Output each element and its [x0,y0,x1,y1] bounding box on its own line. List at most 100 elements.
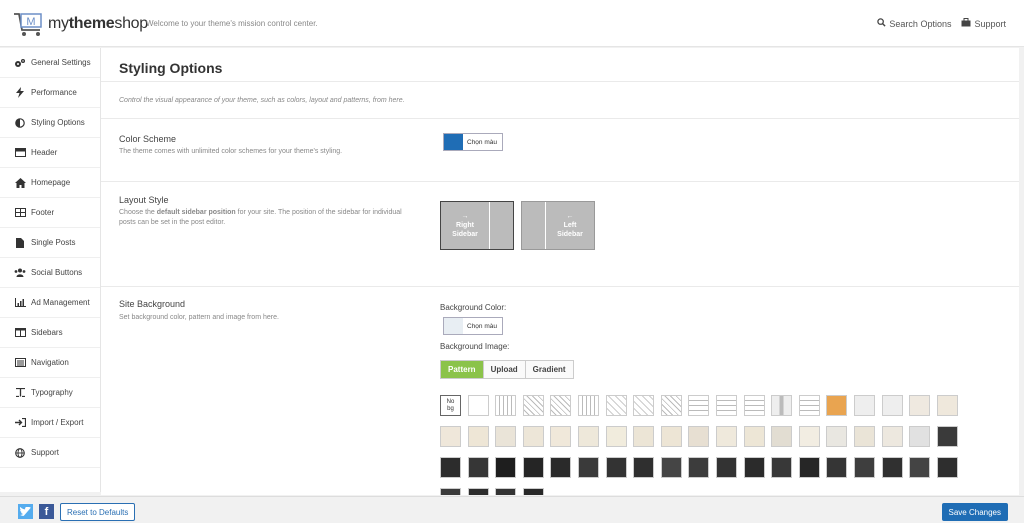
pattern-swatch[interactable] [937,426,958,447]
pattern-swatch[interactable] [799,395,820,416]
footer-icon [14,207,26,219]
pattern-swatch[interactable] [826,395,847,416]
pattern-swatch[interactable] [606,426,627,447]
layout-style-title: Layout Style [119,195,169,205]
pattern-swatch[interactable] [771,395,792,416]
users-icon [14,267,26,279]
color-scheme-desc: The theme comes with unlimited color sch… [119,148,343,155]
pattern-swatch[interactable] [909,457,930,478]
tab-gradient[interactable]: Gradient [524,361,573,378]
pattern-swatch[interactable] [633,395,654,416]
briefcase-icon [961,18,971,29]
pattern-swatch[interactable] [909,426,930,447]
save-changes-button[interactable]: Save Changes [941,503,1008,521]
pattern-swatch[interactable] [716,457,737,478]
pattern-swatch[interactable] [799,457,820,478]
pattern-swatch[interactable] [937,395,958,416]
pattern-swatch[interactable] [854,457,875,478]
pattern-swatch[interactable] [633,426,654,447]
pattern-swatch[interactable] [440,457,461,478]
facebook-icon[interactable]: f [39,504,54,519]
pattern-swatch[interactable] [523,426,544,447]
tab-upload[interactable]: Upload [482,361,525,378]
sidebar-item-styling-options[interactable]: Styling Options [0,108,100,138]
pattern-swatch[interactable] [882,426,903,447]
support-link[interactable]: Support [961,18,1006,29]
pattern-swatch[interactable] [550,426,571,447]
pattern-swatch[interactable] [578,457,599,478]
pattern-swatch[interactable] [688,395,709,416]
reset-to-defaults-button[interactable]: Reset to Defaults [60,503,136,521]
pattern-swatch[interactable] [854,426,875,447]
pattern-swatch[interactable] [495,457,516,478]
top-bar: M mythemeshop Welcome to your theme's mi… [0,0,1024,47]
sidebar-item-footer[interactable]: Footer [0,198,100,228]
twitter-icon[interactable] [18,504,33,519]
pattern-swatch[interactable] [440,426,461,447]
right-sidebar-layout-option[interactable]: → Right Sidebar [440,201,514,250]
pattern-swatch[interactable] [606,395,627,416]
pattern-swatch[interactable] [826,426,847,447]
left-sidebar-layout-option[interactable]: ← Left Sidebar [521,201,595,250]
sidebar-item-social-buttons[interactable]: Social Buttons [0,258,100,288]
gears-icon [14,57,26,69]
pattern-swatch[interactable] [550,395,571,416]
pattern-swatch[interactable] [771,426,792,447]
sidebar-item-navigation[interactable]: Navigation [0,348,100,378]
pattern-swatch[interactable] [578,426,599,447]
pattern-swatch[interactable] [550,457,571,478]
pattern-swatch[interactable] [495,488,516,495]
pattern-swatch[interactable] [688,457,709,478]
pattern-no-bg[interactable]: No bg [440,395,461,416]
pattern-swatch[interactable] [744,426,765,447]
background-color-picker[interactable]: Chọn màu [443,317,503,335]
pattern-swatch[interactable] [495,395,516,416]
pattern-swatch[interactable] [771,457,792,478]
pattern-swatch[interactable] [440,488,461,495]
pattern-swatch[interactable] [744,457,765,478]
pattern-swatch[interactable] [578,395,599,416]
pattern-swatch[interactable] [688,426,709,447]
pattern-swatch[interactable] [744,395,765,416]
pattern-swatch[interactable] [882,395,903,416]
sidebar-item-general-settings[interactable]: General Settings [0,48,100,78]
pattern-swatch[interactable] [523,488,544,495]
search-options-link[interactable]: Search Options [877,18,951,29]
intro-text: Control the visual appearance of your th… [119,97,405,104]
sidebar-item-sidebars[interactable]: Sidebars [0,318,100,348]
color-scheme-picker[interactable]: Chọn màu [443,133,503,151]
pattern-swatch[interactable] [495,426,516,447]
pattern-swatch[interactable] [661,426,682,447]
sidebar-item-header[interactable]: Header [0,138,100,168]
sidebar-item-homepage[interactable]: Homepage [0,168,100,198]
sidebar-item-ad-management[interactable]: Ad Management [0,288,100,318]
sidebar-item-support[interactable]: Support [0,438,100,468]
background-image-tabs: Pattern Upload Gradient [440,360,574,379]
pattern-swatch[interactable] [937,457,958,478]
sidebar-item-import-export[interactable]: Import / Export [0,408,100,438]
pattern-swatch[interactable] [826,457,847,478]
pattern-swatch[interactable] [523,457,544,478]
sidebar-item-performance[interactable]: Performance [0,78,100,108]
pattern-swatch[interactable] [661,395,682,416]
mythemeshop-logo[interactable]: M mythemeshop [12,10,148,38]
pattern-swatch[interactable] [606,457,627,478]
pattern-swatch[interactable] [661,457,682,478]
pattern-swatch[interactable] [882,457,903,478]
sidebar: General Settings Performance Styling Opt… [0,48,101,492]
sidebar-column [489,202,513,249]
sidebar-item-single-posts[interactable]: Single Posts [0,228,100,258]
pattern-swatch[interactable] [909,395,930,416]
sidebar-item-typography[interactable]: Typography [0,378,100,408]
pattern-swatch[interactable] [799,426,820,447]
pattern-swatch[interactable] [716,426,737,447]
pattern-swatch[interactable] [633,457,654,478]
pattern-swatch[interactable] [468,457,489,478]
pattern-swatch[interactable] [854,395,875,416]
pattern-swatch[interactable] [468,488,489,495]
pattern-swatch[interactable] [468,426,489,447]
tab-pattern[interactable]: Pattern [441,361,483,378]
pattern-swatch[interactable] [468,395,489,416]
pattern-swatch[interactable] [716,395,737,416]
pattern-swatch[interactable] [523,395,544,416]
